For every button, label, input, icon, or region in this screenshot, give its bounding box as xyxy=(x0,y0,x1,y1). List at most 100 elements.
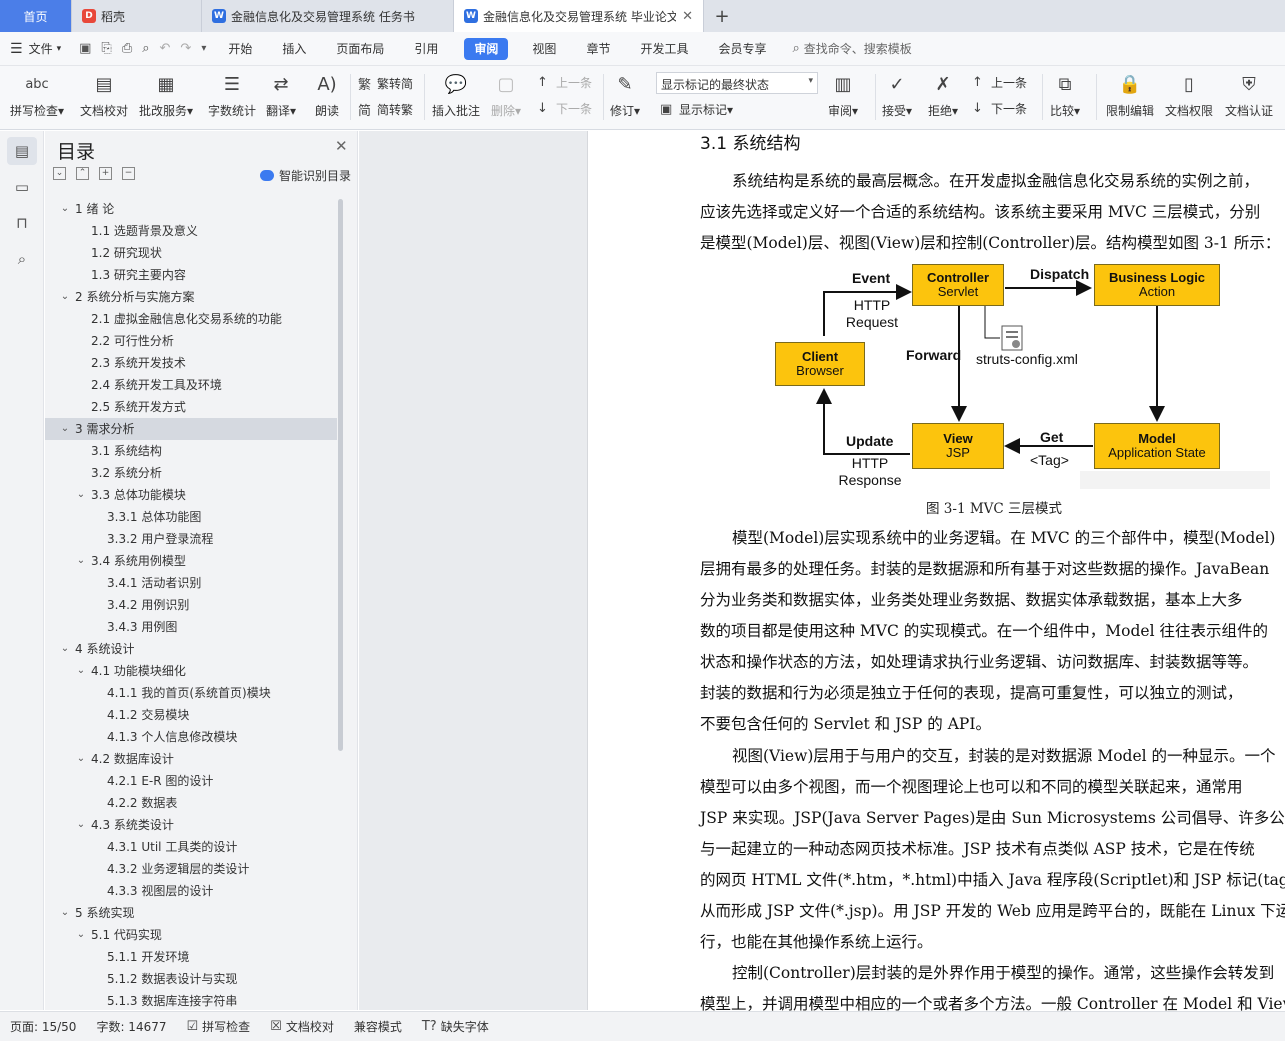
chevron-down-icon[interactable]: ⌄ xyxy=(75,924,87,946)
menu-view[interactable]: 视图 xyxy=(518,38,572,60)
toc-panel-icon[interactable]: ▤ xyxy=(7,137,37,165)
translate-button[interactable]: ⇄ 翻译▾ xyxy=(266,70,296,119)
toc-item[interactable]: 2.2 可行性分析 xyxy=(45,330,337,352)
restrict-edit-button[interactable]: 🔒 限制编辑 xyxy=(1106,70,1154,119)
toc-item[interactable]: 3.3.2 用户登录流程 xyxy=(45,528,337,550)
toc-item[interactable]: 2.4 系统开发工具及环境 xyxy=(45,374,337,396)
chevron-down-icon[interactable]: ⌄ xyxy=(75,550,87,572)
toc-item[interactable]: 4.2.2 数据表 xyxy=(45,792,337,814)
toc-item[interactable]: 3.2 系统分析 xyxy=(45,462,337,484)
toc-item[interactable]: 4.3.3 视图层的设计 xyxy=(45,880,337,902)
redo-icon[interactable]: ↷ xyxy=(180,41,191,56)
toc-item[interactable]: 5.1.2 数据表设计与实现 xyxy=(45,968,337,990)
chevron-down-icon[interactable]: ⌄ xyxy=(59,418,71,440)
read-aloud-button[interactable]: A) 朗读 xyxy=(312,70,342,119)
reject-button[interactable]: ✗ 拒绝▾ xyxy=(928,70,958,119)
toc-item[interactable]: 3.4.2 用例识别 xyxy=(45,594,337,616)
toc-item[interactable]: ⌄ 1 绪 论 xyxy=(45,198,337,220)
add-level-icon[interactable]: + xyxy=(99,167,112,180)
new-tab-button[interactable]: + xyxy=(704,0,740,32)
toc-item[interactable]: 2.1 虚拟金融信息化交易系统的功能 xyxy=(45,308,337,330)
toc-item[interactable]: 5.1.3 数据库连接字符串 xyxy=(45,990,337,1012)
toc-item[interactable]: 3.4.1 活动者识别 xyxy=(45,572,337,594)
tab-daoke[interactable]: D 稻壳 xyxy=(72,0,202,32)
toc-item[interactable]: ⌄ 3.4 系统用例模型 xyxy=(45,550,337,572)
remove-level-icon[interactable]: − xyxy=(122,167,135,180)
toc-item[interactable]: 5.1.1 开发环境 xyxy=(45,946,337,968)
toc-item[interactable]: 4.2.1 E-R 图的设计 xyxy=(45,770,337,792)
chevron-down-icon[interactable]: ⌄ xyxy=(59,198,71,220)
toc-item[interactable]: 3.4.3 用例图 xyxy=(45,616,337,638)
chevron-down-icon[interactable]: ⌄ xyxy=(59,286,71,308)
tab-doc-thesis[interactable]: W 金融信息化及交易管理系统 毕业论文 ✕ xyxy=(454,0,704,32)
save-icon[interactable]: ▣ xyxy=(79,41,91,56)
toc-item[interactable]: 4.1.1 我的首页(系统首页)模块 xyxy=(45,682,337,704)
toc-item[interactable]: 2.3 系统开发技术 xyxy=(45,352,337,374)
menu-layout[interactable]: 页面布局 xyxy=(322,38,400,60)
export-icon[interactable]: ⎘ xyxy=(101,41,111,56)
menu-start[interactable]: 开始 xyxy=(214,38,268,60)
missing-font-button[interactable]: T? 缺失字体 xyxy=(412,1018,499,1035)
command-search[interactable]: ⌕ 查找命令、搜索模板 xyxy=(792,40,911,57)
status-spell-check[interactable]: ☑ 拼写检查 xyxy=(177,1018,261,1035)
prev-comment-button[interactable]: ↑ 上一条 xyxy=(537,74,592,91)
toc-item[interactable]: ⌄ 3 需求分析 xyxy=(45,418,337,440)
menu-reference[interactable]: 引用 xyxy=(400,38,454,60)
chevron-down-icon[interactable]: ⌄ xyxy=(59,902,71,924)
toc-item[interactable]: ⌄ 5 系统实现 xyxy=(45,902,337,924)
toc-item[interactable]: ⌄ 3.3 总体功能模块 xyxy=(45,484,337,506)
toc-item[interactable]: ⌄ 4.3 系统类设计 xyxy=(45,814,337,836)
chevron-down-icon[interactable]: ⌄ xyxy=(59,638,71,660)
menu-member[interactable]: 会员专享 xyxy=(704,38,782,60)
toc-item[interactable]: 4.3.2 业务逻辑层的类设计 xyxy=(45,858,337,880)
menu-section[interactable]: 章节 xyxy=(572,38,626,60)
toc-item[interactable]: 1.2 研究现状 xyxy=(45,242,337,264)
next-comment-button[interactable]: ↓ 下一条 xyxy=(537,100,592,117)
menu-insert[interactable]: 插入 xyxy=(268,38,322,60)
prev-change-button[interactable]: ↑ 上一条 xyxy=(972,74,1027,91)
simp-to-trad-button[interactable]: 简简转繁 xyxy=(358,100,413,119)
toc-item[interactable]: 4.3.1 Util 工具类的设计 xyxy=(45,836,337,858)
chevron-down-icon[interactable]: ⌄ xyxy=(75,814,87,836)
accept-button[interactable]: ✓ 接受▾ xyxy=(882,70,912,119)
page-indicator[interactable]: 页面: 15/50 xyxy=(0,1018,86,1035)
word-count-button[interactable]: ☰ 字数统计 xyxy=(208,70,256,119)
review-pane-button[interactable]: ▥ 审阅▾ xyxy=(828,70,858,119)
expand-all-icon[interactable]: ⌃ xyxy=(76,167,89,180)
toc-item[interactable]: 1.3 研究主要内容 xyxy=(45,264,337,286)
undo-icon[interactable]: ↶ xyxy=(160,41,171,56)
section-nav-icon[interactable]: ▭ xyxy=(7,173,37,201)
tab-doc-task[interactable]: W 金融信息化及交易管理系统 任务书 xyxy=(202,0,454,32)
close-tab-icon[interactable]: ✕ xyxy=(676,9,693,24)
chevron-down-icon[interactable]: ⌄ xyxy=(75,484,87,506)
print-preview-icon[interactable]: ⌕ xyxy=(142,41,149,56)
delete-comment-button[interactable]: ▢ 删除▾ xyxy=(491,70,521,119)
word-count-indicator[interactable]: 字数: 14677 xyxy=(86,1018,176,1035)
close-icon[interactable]: ✕ xyxy=(335,137,348,155)
toc-item[interactable]: ⌄ 4.1 功能模块细化 xyxy=(45,660,337,682)
print-icon[interactable]: ⎙ xyxy=(122,41,132,56)
trad-to-simp-button[interactable]: 繁繁转简 xyxy=(358,74,413,93)
insert-comment-button[interactable]: 💬 插入批注 xyxy=(432,70,480,119)
toc-scrollbar[interactable] xyxy=(338,199,343,751)
toc-item[interactable]: 3.3.1 总体功能图 xyxy=(45,506,337,528)
markup-state-select[interactable]: 显示标记的最终状态 ▾ xyxy=(656,72,818,94)
smart-toc-button[interactable]: 智能识别目录 xyxy=(260,167,351,184)
compare-button[interactable]: ⧉ 比较▾ xyxy=(1050,70,1080,119)
doc-auth-button[interactable]: ⛨ 文档认证 xyxy=(1225,70,1273,119)
batch-service-button[interactable]: ▦ 批改服务▾ xyxy=(139,70,193,119)
chevron-down-icon[interactable]: ⌄ xyxy=(75,660,87,682)
toc-item[interactable]: 2.5 系统开发方式 xyxy=(45,396,337,418)
menu-developer[interactable]: 开发工具 xyxy=(626,38,704,60)
bookmark-icon[interactable]: ⊓ xyxy=(7,209,37,237)
toc-item[interactable]: ⌄ 4 系统设计 xyxy=(45,638,337,660)
status-doc-proof[interactable]: ☒ 文档校对 xyxy=(260,1018,344,1035)
more-icon[interactable]: ▾ xyxy=(201,43,206,54)
track-changes-button[interactable]: ✎ 修订▾ xyxy=(610,70,640,119)
toc-item[interactable]: 3.1 系统结构 xyxy=(45,440,337,462)
toc-item[interactable]: 4.1.2 交易模块 xyxy=(45,704,337,726)
doc-permission-button[interactable]: ▯ 文档权限 xyxy=(1165,70,1213,119)
toc-item[interactable]: ⌄ 4.2 数据库设计 xyxy=(45,748,337,770)
toc-item[interactable]: ⌄ 2 系统分析与实施方案 xyxy=(45,286,337,308)
next-change-button[interactable]: ↓ 下一条 xyxy=(972,100,1027,117)
